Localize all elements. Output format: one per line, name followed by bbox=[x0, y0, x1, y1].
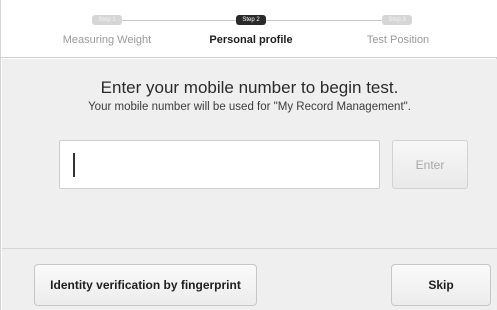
app-window: Step 1 Step 2 Step 3 Measuring Weight Pe… bbox=[0, 0, 497, 310]
step-3-label: Test Position bbox=[366, 34, 430, 46]
skip-button[interactable]: Skip bbox=[391, 264, 491, 306]
enter-button[interactable]: Enter bbox=[392, 140, 468, 189]
step-2-badge: Step 2 bbox=[236, 15, 266, 25]
prompt-headline: Enter your mobile number to begin test. bbox=[100, 78, 399, 97]
step-1-label: Measuring Weight bbox=[62, 34, 152, 46]
step-2-label: Personal profile bbox=[209, 34, 293, 46]
step-connector-line bbox=[265, 20, 382, 21]
step-progress-header: Step 1 Step 2 Step 3 Measuring Weight Pe… bbox=[1, 0, 497, 58]
step-connector-line bbox=[119, 20, 236, 21]
fingerprint-verification-button[interactable]: Identity verification by fingerprint bbox=[34, 264, 257, 306]
footer-divider bbox=[2, 248, 497, 249]
step-3-badge: Step 3 bbox=[382, 15, 412, 25]
step-1-badge: Step 1 bbox=[92, 15, 122, 25]
prompt-subline: Your mobile number will be used for "My … bbox=[88, 101, 411, 113]
mobile-number-input[interactable] bbox=[59, 140, 380, 189]
text-cursor bbox=[73, 153, 75, 177]
